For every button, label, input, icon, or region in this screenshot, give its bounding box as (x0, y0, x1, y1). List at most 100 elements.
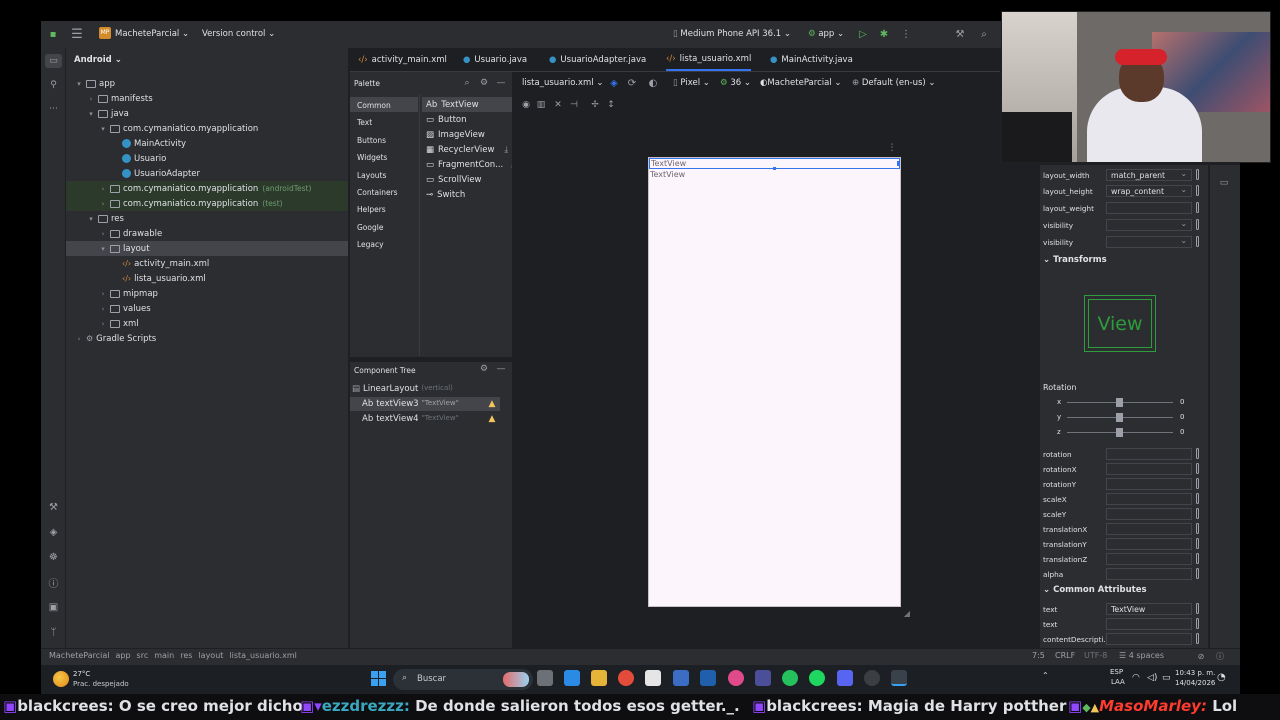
app-icon-pink[interactable] (728, 670, 744, 686)
tree-item-usuario[interactable]: Usuario (66, 151, 348, 166)
night-mode-icon[interactable]: ◐ (647, 77, 659, 89)
tray-chevron-icon[interactable]: ⌃ (1042, 671, 1052, 681)
breadcrumb-item[interactable]: main (154, 651, 174, 660)
more-icon[interactable]: ⋮ (900, 28, 912, 40)
margins-icon[interactable]: ⊣ (568, 99, 580, 111)
tree-item-lista-usuario-xml[interactable]: ‹/› lista_usuario.xml (66, 271, 348, 286)
project-view-selector[interactable]: Android ⌄ (74, 55, 122, 65)
device-selector[interactable]: ▯ Medium Phone API 36.1 ⌄ (673, 29, 791, 39)
calculator-icon[interactable] (673, 670, 689, 686)
attr-pin-icon[interactable] (1196, 603, 1199, 614)
line-separator[interactable]: CRLF (1055, 651, 1075, 660)
attr-value-field[interactable]: TextView (1106, 603, 1192, 615)
run-config-selector[interactable]: ⚙ app ⌄ (808, 29, 844, 39)
attr-pin-icon[interactable] (1196, 633, 1199, 644)
lock-icon[interactable]: ⊘ (1196, 651, 1206, 661)
store-icon[interactable] (645, 670, 661, 686)
palette-item-scrollview[interactable]: ▭ ScrollView (426, 175, 482, 185)
clock-date[interactable]: 14/04/2026 (1175, 679, 1215, 687)
download-icon[interactable]: ⤓ (504, 145, 508, 155)
app-icon-purple[interactable] (755, 670, 771, 686)
tab-usuario[interactable]: ● Usuario.java (463, 48, 527, 71)
tree-item-app[interactable]: ▾ app (66, 76, 348, 91)
task-view-icon[interactable] (537, 670, 553, 686)
palette-item-imageview[interactable]: ▨ ImageView (426, 130, 485, 140)
tree-item-res[interactable]: ▾ res (66, 211, 348, 226)
palette-item-textview[interactable]: Ab TextView (426, 100, 479, 110)
debug-icon[interactable]: ✱ (878, 28, 890, 40)
tree-item-gradle-scripts[interactable]: › ⚙ Gradle Scripts (66, 331, 348, 346)
keyboard-layout[interactable]: LAA (1111, 678, 1125, 686)
chevron-icon[interactable]: ▾ (98, 245, 108, 253)
vscode-icon[interactable] (700, 670, 716, 686)
phone-preview[interactable]: TextView TextView (648, 157, 901, 607)
caret-position[interactable]: 7:5 (1032, 651, 1045, 660)
tree-item-textview4[interactable]: Ab textView4 "TextView" (362, 414, 459, 424)
chevron-icon[interactable]: › (98, 290, 108, 298)
textview4-text[interactable]: TextView (650, 170, 685, 179)
wifi-icon[interactable]: ◠ (1132, 673, 1140, 683)
resize-handle[interactable] (773, 167, 776, 170)
chevron-icon[interactable]: ▾ (86, 215, 96, 223)
battery-icon[interactable]: ▭ (1162, 673, 1171, 683)
breadcrumb-item[interactable]: res (180, 651, 192, 660)
tree-item-java[interactable]: ▾ java (66, 106, 348, 121)
blueprint-icon[interactable]: ▥ (535, 99, 547, 111)
tree-item-manifests[interactable]: › manifests (66, 91, 348, 106)
tab-main-activity[interactable]: ● MainActivity.java (770, 48, 853, 71)
android-studio-taskbar-icon[interactable] (891, 670, 907, 686)
gear-icon[interactable]: ⚙ (479, 364, 489, 374)
tree-item-mipmap[interactable]: › mipmap (66, 286, 348, 301)
breadcrumb-item[interactable]: src (137, 651, 149, 660)
edge-icon[interactable] (564, 670, 580, 686)
indent-selector[interactable]: ☰ 4 spaces (1119, 651, 1164, 660)
tree-item-mainactivity[interactable]: MainActivity (66, 136, 348, 151)
git-icon[interactable]: ᛘ (45, 625, 62, 639)
palette-item-switch[interactable]: ⊸ Switch (426, 190, 465, 200)
breadcrumb-item[interactable]: layout (198, 651, 223, 660)
breadcrumb-item[interactable]: MacheteParcial (49, 651, 109, 660)
warning-icon[interactable]: ▲ (487, 399, 497, 409)
palette-item-button[interactable]: ▭ Button (426, 115, 467, 125)
discord-icon[interactable] (837, 670, 853, 686)
tree-item-com-cymaniatico-myapplication[interactable]: › com.cymaniatico.myapplication (androidTe… (66, 181, 348, 196)
tree-root-linear-layout[interactable]: ▤ LinearLayout (vertical) (352, 384, 453, 394)
problems-icon[interactable]: ⓘ (45, 575, 62, 590)
tree-item-com-cymaniatico-myapplication[interactable]: ▾ com.cymaniatico.myapplication (66, 121, 348, 136)
chevron-icon[interactable]: ▾ (74, 80, 84, 88)
notifications-icon[interactable]: ▭ (1217, 177, 1231, 189)
clock-time[interactable]: 10:43 p. m. (1175, 669, 1215, 677)
tab-usuario-adapter[interactable]: ● UsuarioAdapter.java (549, 48, 646, 71)
run-icon[interactable]: ▷ (857, 28, 869, 40)
device-manager-icon[interactable]: ⌕ (978, 28, 990, 40)
file-encoding[interactable]: UTF-8 (1084, 651, 1107, 660)
theme-selector[interactable]: ◐MacheteParcial ⌄ (760, 78, 842, 88)
gradle-icon[interactable]: ◈ (45, 525, 62, 539)
taskbar-search[interactable]: ⌕ Buscar (393, 669, 533, 690)
tree-item-values[interactable]: › values (66, 301, 348, 316)
chevron-icon[interactable]: › (98, 305, 108, 313)
locale-selector[interactable]: ⊕ Default (en-us) ⌄ (852, 78, 936, 88)
vcs-selector[interactable]: Version control ⌄ (202, 29, 275, 39)
layout-file-selector[interactable]: lista_usuario.xml ⌄ (522, 78, 603, 88)
tree-item-layout[interactable]: ▾ layout (66, 241, 348, 256)
more-tools-icon[interactable]: ⋯ (45, 102, 62, 116)
logcat-icon[interactable]: ☸ (45, 550, 62, 564)
tree-item-textview3[interactable]: Ab textView3 "TextView" (362, 399, 459, 409)
attr-pin-icon[interactable] (1196, 618, 1199, 629)
tree-item-com-cymaniatico-myapplication[interactable]: › com.cymaniatico.myapplication (test) (66, 196, 348, 211)
resize-corner-icon[interactable]: ◢ (902, 608, 912, 618)
pack-icon[interactable]: ✢ (589, 99, 601, 111)
resource-manager-icon[interactable]: ⚲ (45, 78, 62, 92)
api-selector[interactable]: ⚙ 36 ⌄ (720, 78, 751, 88)
whatsapp-icon[interactable] (782, 670, 798, 686)
chevron-icon[interactable]: › (98, 230, 108, 238)
warning-icon[interactable]: ▲ (487, 414, 497, 424)
tree-item-usuarioadapter[interactable]: UsuarioAdapter (66, 166, 348, 181)
design-surface-icon[interactable]: ◈ (608, 77, 620, 89)
file-explorer-icon[interactable] (591, 670, 607, 686)
tab-activity-main[interactable]: ‹/› activity_main.xml (358, 48, 447, 71)
project-tool-icon[interactable]: ▭ (45, 54, 62, 68)
tree-item-xml[interactable]: › xml (66, 316, 348, 331)
notification-bell-icon[interactable]: ◔ (1217, 672, 1226, 683)
